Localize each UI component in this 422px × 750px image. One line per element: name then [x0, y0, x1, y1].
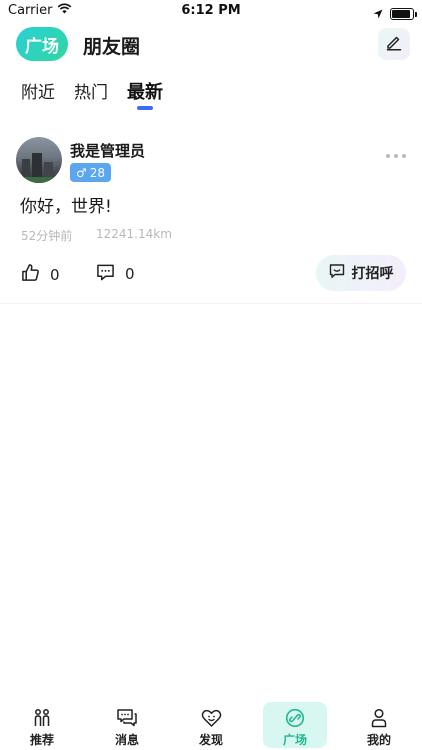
feed-tabs: 附近 热门 最新 — [0, 76, 422, 112]
status-bar: Carrier 6:12 PM — [0, 0, 422, 22]
gender-age-badge: ♂ 28 — [70, 163, 112, 182]
nav-item-discover[interactable]: 发现 — [179, 702, 243, 748]
post-content: 你好，世界! — [20, 197, 112, 217]
comment-button[interactable]: 0 — [96, 263, 135, 285]
chat-icon — [116, 708, 138, 728]
male-icon: ♂ — [76, 165, 87, 180]
battery-icon — [390, 7, 417, 20]
nav-item-me[interactable]: 我的 — [347, 702, 411, 748]
link-circle-icon — [285, 708, 305, 728]
page-title: 朋友圈 — [83, 36, 141, 58]
more-options-button[interactable] — [386, 154, 406, 158]
location-arrow-icon — [373, 4, 383, 23]
plaza-badge: 广场 — [16, 27, 68, 61]
tab-latest[interactable]: 最新 — [127, 78, 163, 104]
bottom-nav: 推荐 消息 发现 广场 我的 — [0, 700, 422, 750]
comment-count: 0 — [125, 265, 135, 283]
tab-popular[interactable]: 热门 — [74, 78, 108, 103]
person-icon — [369, 708, 389, 728]
greet-label: 打招呼 — [351, 266, 394, 282]
thumbs-up-icon — [21, 263, 40, 286]
pencil-icon — [385, 33, 403, 55]
people-icon — [32, 708, 52, 728]
age-label: 28 — [89, 165, 106, 180]
nav-label-recommend: 推荐 — [29, 733, 54, 747]
edit-post-button[interactable] — [378, 28, 410, 60]
clock: 6:12 PM — [181, 3, 241, 18]
like-count: 0 — [50, 265, 60, 284]
battery-level — [392, 9, 410, 18]
nav-item-recommend[interactable]: 推荐 — [10, 702, 74, 748]
comment-icon — [96, 263, 115, 285]
post-username[interactable]: 我是管理员 — [70, 140, 145, 161]
heart-smile-icon — [201, 708, 222, 728]
post-time: 52分钟前 — [21, 229, 73, 243]
active-tab-indicator — [137, 106, 153, 110]
header: 广场 朋友圈 — [0, 24, 422, 68]
nav-label-plaza: 广场 — [282, 733, 307, 747]
smile-chat-icon — [329, 263, 345, 283]
like-button[interactable]: 0 — [21, 263, 60, 286]
nav-item-plaza[interactable]: 广场 — [263, 702, 327, 748]
tab-nearby[interactable]: 附近 — [21, 78, 55, 103]
nav-label-me: 我的 — [366, 733, 391, 747]
nav-label-messages: 消息 — [114, 733, 139, 747]
greet-button[interactable]: 打招呼 — [316, 255, 406, 291]
avatar[interactable] — [16, 137, 62, 183]
nav-item-messages[interactable]: 消息 — [95, 702, 159, 748]
nav-label-discover: 发现 — [198, 733, 223, 747]
more-dots-icon — [386, 154, 390, 158]
feed-post: 我是管理员 ♂ 28 你好，世界! 52分钟前 12241.14km 0 0 打… — [0, 126, 422, 304]
post-distance: 12241.14km — [96, 227, 172, 241]
